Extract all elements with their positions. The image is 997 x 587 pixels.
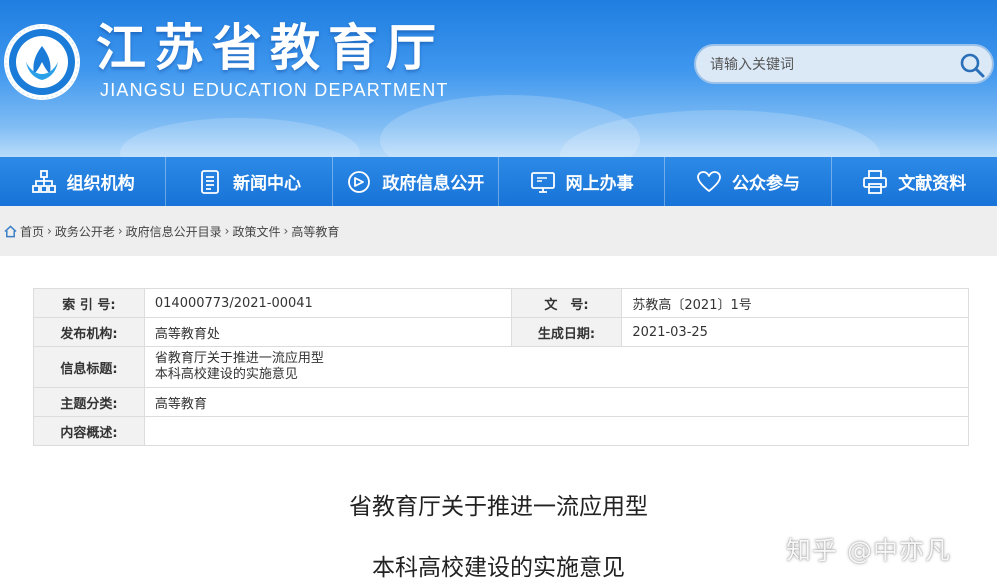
docno-label: 文 号: bbox=[510, 288, 623, 318]
table-row: 信息标题: 省教育厅关于推进一流应用型 本科高校建设的实施意见 bbox=[33, 346, 970, 388]
printer-icon bbox=[863, 169, 888, 194]
docno-value: 苏教高〔2021〕1号 bbox=[621, 288, 969, 318]
org-chart-icon bbox=[31, 169, 56, 193]
breadcrumb-separator: › bbox=[283, 224, 289, 238]
jiangsu-education-emblem-icon[interactable] bbox=[2, 22, 82, 102]
watermark: 知乎 @中亦凡 bbox=[786, 536, 951, 565]
table-row: 内容概述: bbox=[33, 416, 970, 446]
document-title-line1: 省教育厅关于推进一流应用型 bbox=[349, 494, 648, 520]
table-row: 发布机构: 高等教育处 生成日期: 2021-03-25 bbox=[33, 317, 969, 347]
breadcrumb-separator: › bbox=[47, 224, 52, 238]
topic-value: 高等教育 bbox=[143, 387, 970, 417]
search-icon[interactable] bbox=[958, 51, 986, 79]
info-title-label: 信息标题: bbox=[33, 346, 145, 388]
breadcrumb-home[interactable]: 首页 bbox=[20, 223, 44, 240]
topic-label: 主题分类: bbox=[33, 387, 145, 417]
nav-item-news[interactable]: 新闻中心 bbox=[166, 157, 333, 206]
breadcrumb: 首页 › 政务公开老 › 政府信息公开目录 › 政策文件 › 高等教育 bbox=[0, 206, 997, 256]
breadcrumb-item[interactable]: 政府信息公开目录 bbox=[126, 223, 222, 240]
site-subtitle: JIANGSU EDUCATION DEPARTMENT bbox=[100, 80, 449, 100]
table-row: 主题分类: 高等教育 bbox=[33, 387, 970, 417]
info-title-line: 省教育厅关于推进一流应用型 bbox=[154, 351, 324, 366]
document-metadata-table: 索 引 号: 014000773/2021-00041 文 号: 苏教高〔202… bbox=[33, 288, 970, 446]
main-nav: 组织机构 新闻中心 政府信息公开 网上办事 公众参与 文献资料 bbox=[0, 157, 997, 206]
nav-item-documents[interactable]: 文献资料 bbox=[832, 157, 997, 206]
breadcrumb-item[interactable]: 政策文件 bbox=[232, 223, 280, 240]
nav-label: 文献资料 bbox=[898, 174, 967, 194]
date-value: 2021-03-25 bbox=[621, 317, 969, 347]
breadcrumb-item[interactable]: 高等教育 bbox=[291, 223, 339, 240]
date-label: 生成日期: bbox=[510, 317, 623, 347]
nav-label: 网上办事 bbox=[565, 174, 634, 194]
search-box bbox=[694, 44, 994, 84]
heart-icon bbox=[697, 170, 721, 192]
monitor-icon bbox=[530, 171, 555, 193]
nav-label: 政府信息公开 bbox=[382, 174, 485, 194]
nav-label: 公众参与 bbox=[731, 174, 800, 194]
nav-item-public-participation[interactable]: 公众参与 bbox=[665, 157, 832, 206]
index-label: 索 引 号: bbox=[33, 288, 145, 318]
eye-icon bbox=[348, 170, 371, 193]
document-icon bbox=[201, 169, 219, 194]
site-header: 江苏省教育厅 JIANGSU EDUCATION DEPARTMENT bbox=[0, 0, 997, 157]
publisher-value: 高等教育处 bbox=[143, 317, 512, 347]
header-cloud-decoration bbox=[120, 118, 360, 157]
nav-item-gov-info[interactable]: 政府信息公开 bbox=[333, 157, 499, 206]
nav-item-online-service[interactable]: 网上办事 bbox=[499, 157, 666, 206]
summary-label: 内容概述: bbox=[33, 416, 145, 446]
home-icon bbox=[4, 224, 17, 237]
breadcrumb-item[interactable]: 政务公开老 bbox=[55, 223, 115, 240]
nav-item-organization[interactable]: 组织机构 bbox=[0, 157, 167, 206]
breadcrumb-separator: › bbox=[224, 224, 230, 238]
site-title: 江苏省教育厅 bbox=[96, 18, 444, 77]
publisher-label: 发布机构: bbox=[33, 317, 145, 347]
nav-label: 组织机构 bbox=[66, 174, 135, 194]
info-title-value: 省教育厅关于推进一流应用型 本科高校建设的实施意见 bbox=[143, 346, 970, 388]
table-row: 索 引 号: 014000773/2021-00041 文 号: 苏教高〔202… bbox=[33, 288, 969, 318]
summary-value bbox=[143, 416, 970, 446]
index-value: 014000773/2021-00041 bbox=[143, 288, 512, 318]
breadcrumb-separator: › bbox=[117, 224, 123, 238]
nav-label: 新闻中心 bbox=[232, 174, 301, 194]
info-title-line: 本科高校建设的实施意见 bbox=[154, 367, 298, 382]
search-input[interactable] bbox=[710, 54, 950, 76]
